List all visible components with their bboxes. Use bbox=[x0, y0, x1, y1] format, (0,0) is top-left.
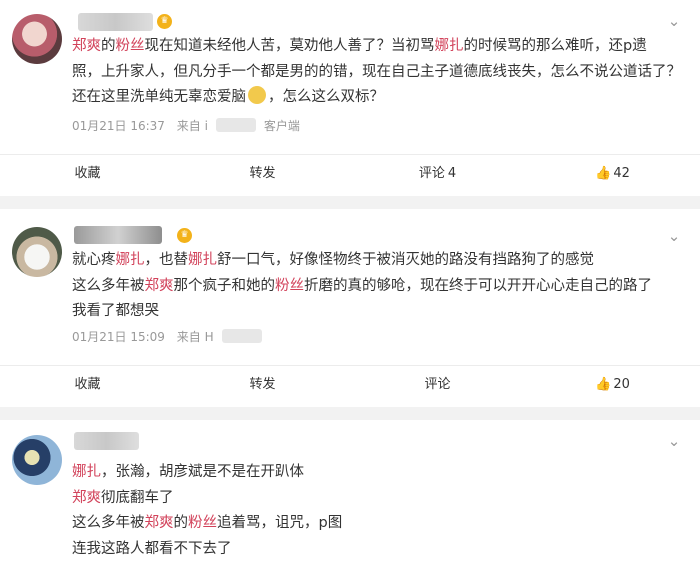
username-redacted[interactable] bbox=[78, 13, 153, 31]
comment-text: 郑爽的粉丝现在知道未经他人苦，莫劝他人善了？当初骂娜扎的时候骂的那么难听，还p遗… bbox=[72, 38, 681, 105]
comment-button[interactable]: 评论 bbox=[350, 365, 525, 405]
comment-text: 娜扎，张瀚，胡彦斌是不是在开趴体 郑爽彻底翻车了 这么多年被郑爽的粉丝追着骂，诅… bbox=[72, 464, 343, 557]
comment-text: 就心疼娜扎，也替娜扎舒一口气，好像怪物终于被消灭她的路没有挡路狗了的感觉 这么多… bbox=[72, 252, 652, 319]
avatar[interactable] bbox=[12, 435, 62, 485]
favorite-button[interactable]: 收藏 bbox=[0, 365, 175, 405]
chevron-down-icon[interactable]: ⌄ bbox=[666, 229, 682, 244]
crown-vip-icon: ♛ bbox=[157, 14, 172, 29]
keyword[interactable]: 娜扎 bbox=[188, 252, 217, 268]
action-bar: 收藏 转发 评论 👍 20 bbox=[0, 365, 700, 405]
like-button[interactable]: 👍 20 bbox=[525, 365, 700, 405]
source: 来自 i 客户端 bbox=[176, 118, 300, 133]
keyword[interactable]: 娜扎 bbox=[116, 252, 145, 268]
favorite-button[interactable]: 收藏 bbox=[0, 154, 175, 194]
keyword[interactable]: 郑爽 bbox=[145, 278, 174, 294]
source: 来自 H bbox=[177, 329, 270, 344]
username-redacted[interactable] bbox=[74, 226, 162, 244]
keyword[interactable]: 郑爽 bbox=[72, 490, 101, 506]
keyword[interactable]: 粉丝 bbox=[116, 38, 145, 54]
timestamp: 01月21日 15:09 bbox=[72, 330, 165, 344]
repost-button[interactable]: 转发 bbox=[175, 154, 350, 194]
chevron-down-icon[interactable]: ⌄ bbox=[666, 14, 682, 29]
crown-vip-icon: ♛ bbox=[177, 228, 192, 243]
keyword[interactable]: 粉丝 bbox=[188, 515, 217, 531]
comment-card: ♛ ⌄ 就心疼娜扎，也替娜扎舒一口气，好像怪物终于被消灭她的路没有挡路狗了的感觉… bbox=[0, 209, 700, 407]
avatar[interactable] bbox=[12, 14, 62, 64]
thumbs-up-icon: 👍 bbox=[595, 377, 612, 392]
comment-button[interactable]: 评论 4 bbox=[350, 154, 525, 194]
keyword[interactable]: 娜扎 bbox=[435, 38, 464, 54]
keyword[interactable]: 郑爽 bbox=[145, 515, 174, 531]
username-redacted[interactable] bbox=[74, 432, 139, 450]
thumbs-up-icon: 👍 bbox=[595, 166, 612, 181]
weibo-comment-feed: ♛ ⌄ 郑爽的粉丝现在知道未经他人苦，莫劝他人善了？当初骂娜扎的时候骂的那么难听… bbox=[0, 0, 700, 566]
crying-emoji-icon bbox=[248, 86, 266, 104]
comment-card: ⌄ 娜扎，张瀚，胡彦斌是不是在开趴体 郑爽彻底翻车了 这么多年被郑爽的粉丝追着骂… bbox=[0, 420, 700, 566]
like-button[interactable]: 👍 42 bbox=[525, 154, 700, 194]
action-bar: 收藏 转发 评论 4 👍 42 bbox=[0, 154, 700, 194]
avatar[interactable] bbox=[12, 227, 62, 277]
timestamp: 01月21日 16:37 bbox=[72, 119, 165, 133]
comment-meta: 01月21日 15:09 来自 H bbox=[72, 327, 278, 347]
comment-card: ♛ ⌄ 郑爽的粉丝现在知道未经他人苦，莫劝他人善了？当初骂娜扎的时候骂的那么难听… bbox=[0, 0, 700, 196]
keyword[interactable]: 娜扎 bbox=[72, 464, 101, 480]
chevron-down-icon[interactable]: ⌄ bbox=[666, 434, 682, 449]
repost-button[interactable]: 转发 bbox=[175, 365, 350, 405]
keyword[interactable]: 粉丝 bbox=[275, 278, 304, 294]
comment-meta: 01月21日 16:37 来自 i 客户端 bbox=[72, 116, 316, 136]
keyword[interactable]: 郑爽 bbox=[72, 38, 101, 54]
